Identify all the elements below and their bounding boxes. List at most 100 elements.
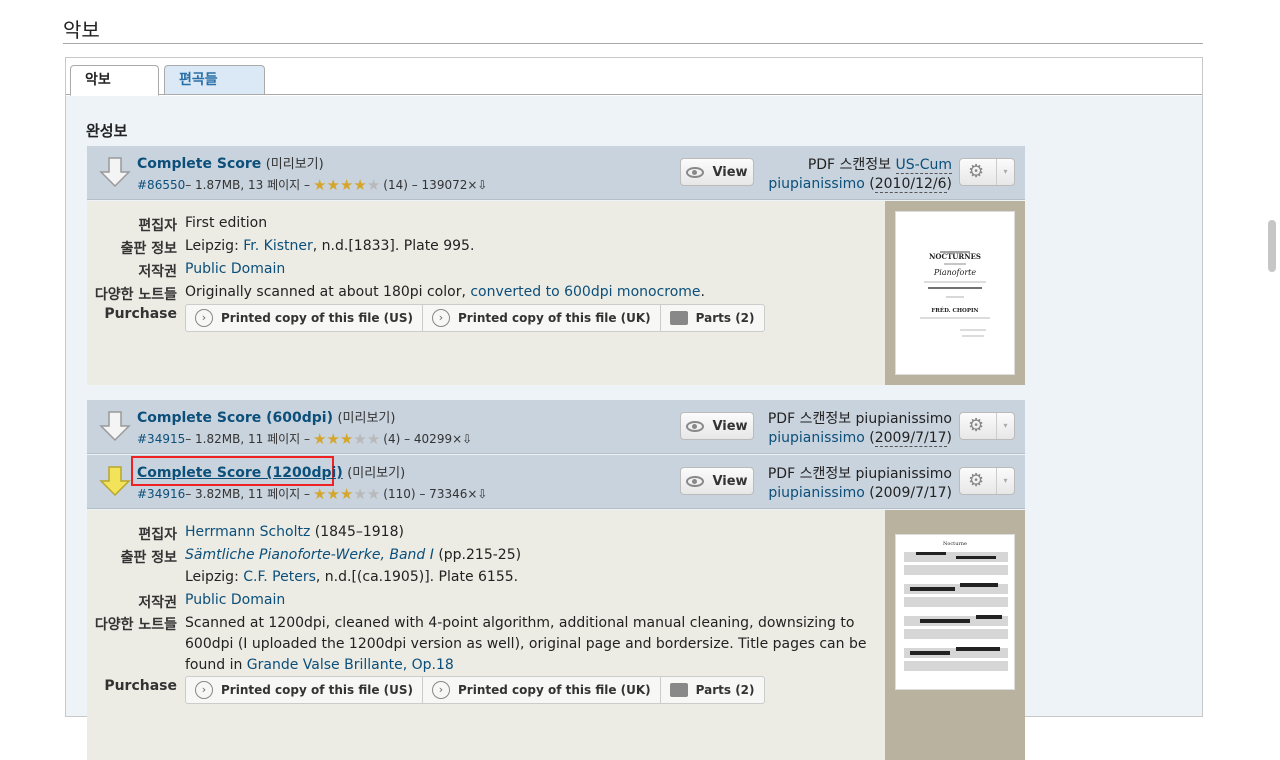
purchase-label: Purchase (104, 306, 177, 322)
star-icon[interactable]: ★ (326, 177, 339, 192)
notes-link[interactable]: converted to 600dpi monocrome (470, 284, 700, 300)
star-icon[interactable]: ★ (326, 431, 339, 446)
file-row: Complete Score (미리보기) #86550 – 1.87MB, 1… (87, 146, 1025, 200)
rating-stars[interactable]: ★ ★ ★ ★ ★ (313, 177, 380, 192)
editor-value: First edition (185, 215, 268, 231)
copyright-link[interactable]: Public Domain (185, 261, 285, 277)
series-link[interactable]: Sämtliche Pianoforte-Werke, Band I (185, 547, 434, 563)
file-title: Complete Score (600dpi) (미리보기) (137, 407, 395, 426)
star-icon[interactable]: ★ (353, 486, 366, 501)
folder-icon (669, 683, 688, 697)
scores-panel: 악보 (19) 편곡들 (46) 완성보 Complete Score (미리보… (65, 57, 1203, 760)
publisher-city: Leipzig: (185, 238, 244, 254)
rating-stars[interactable]: ★ ★ ★ ★ ★ (313, 486, 380, 501)
parts-button[interactable]: Parts (2) (661, 677, 764, 703)
gear-icon: ⚙ (968, 470, 985, 491)
purchase-buttons: › Printed copy of this file (US) › Printed… (185, 676, 765, 704)
preview-link[interactable]: (미리보기) (337, 411, 395, 426)
score-thumbnail[interactable]: Nocturne (895, 534, 1015, 690)
view-button[interactable]: View (680, 467, 754, 495)
view-button[interactable]: View (680, 412, 754, 440)
file-download-link[interactable]: Complete Score (600dpi) (137, 410, 333, 426)
settings-dropdown-button[interactable]: ⚙ ▾ (959, 467, 1015, 495)
purchase-us-label: Printed copy of this file (US) (221, 683, 413, 697)
view-label: View (712, 164, 748, 180)
eye-icon (686, 420, 705, 432)
scanner-name: piupianissimo (855, 466, 952, 482)
star-icon[interactable]: ★ (313, 431, 326, 446)
copyright-value: Public Domain (185, 592, 285, 608)
publisher-value: Sämtliche Pianoforte-Werke, Band I (pp.2… (185, 547, 521, 563)
chevron-down-icon: ▾ (996, 413, 1014, 439)
download-arrow-icon[interactable] (99, 410, 131, 442)
scan-info-label: PDF 스캔정보 (807, 157, 896, 173)
copyright-link[interactable]: Public Domain (185, 592, 285, 608)
purchase-uk-button[interactable]: › Printed copy of this file (UK) (423, 677, 661, 703)
publisher-link[interactable]: C.F. Peters (243, 569, 316, 585)
file-id-link[interactable]: #34915 (137, 432, 185, 446)
purchase-label: Purchase (104, 678, 177, 694)
download-arrow-icon[interactable] (99, 465, 131, 497)
view-button[interactable]: View (680, 158, 754, 186)
purchase-uk-button[interactable]: › Printed copy of this file (UK) (423, 305, 661, 331)
star-icon[interactable]: ★ (313, 177, 326, 192)
eye-icon (686, 475, 705, 487)
star-icon[interactable]: ★ (340, 177, 353, 192)
uploader-link[interactable]: piupianissimo (768, 430, 864, 446)
score-page-image: Nocturne (904, 541, 1008, 671)
file-meta: #34916 – 3.82MB, 11 페이지 – ★ ★ ★ ★ ★ (110) – … (137, 485, 487, 502)
preview-link[interactable]: (미리보기) (347, 466, 405, 481)
file-title: Complete Score (미리보기) (137, 153, 324, 172)
scrollbar-thumb[interactable] (1268, 220, 1276, 272)
file-meta: #86550 – 1.87MB, 13 페이지 – ★ ★ ★ ★ ★ (14) – 1… (137, 176, 487, 193)
rating-stars[interactable]: ★ ★ ★ ★ ★ (313, 431, 380, 446)
settings-dropdown-button[interactable]: ⚙ ▾ (959, 158, 1015, 186)
purchase-uk-label: Printed copy of this file (UK) (458, 683, 651, 697)
star-icon[interactable]: ★ (353, 177, 366, 192)
download-arrow-icon[interactable] (99, 156, 131, 188)
scanner-link[interactable]: US-Cum (895, 157, 952, 174)
uploader-link[interactable]: piupianissimo (768, 176, 864, 192)
file-download-link[interactable]: Complete Score (1200dpi) (137, 465, 343, 481)
uploader-info: piupianissimo (2009/7/17) (768, 430, 952, 447)
upload-date: 2009/7/17 (874, 485, 947, 501)
score-thumbnail[interactable]: NOCTURNES Pianoforte FRÉD. CHOPIN (895, 211, 1015, 375)
eye-icon (686, 166, 705, 178)
scan-info: PDF 스캔정보 piupianissimo (768, 408, 952, 428)
star-icon[interactable]: ★ (367, 486, 380, 501)
star-icon[interactable]: ★ (313, 486, 326, 501)
star-icon[interactable]: ★ (367, 431, 380, 446)
thumb-title: NOCTURNES (929, 252, 981, 261)
star-icon[interactable]: ★ (367, 177, 380, 192)
notes-link[interactable]: Grande Valse Brillante, Op.18 (247, 657, 454, 673)
purchase-us-button[interactable]: › Printed copy of this file (US) (186, 305, 423, 331)
tab-scores[interactable]: 악보 (19) (70, 65, 159, 117)
section-title: 악보 (63, 18, 100, 42)
section-divider (63, 43, 1203, 44)
star-icon[interactable]: ★ (340, 431, 353, 446)
scan-info: PDF 스캔정보 US-Cum (808, 154, 952, 174)
parts-button[interactable]: Parts (2) (661, 305, 764, 331)
star-icon[interactable]: ★ (326, 486, 339, 501)
title-page-image: NOCTURNES Pianoforte FRÉD. CHOPIN (920, 251, 990, 337)
chevron-down-icon: ▾ (996, 159, 1014, 185)
settings-dropdown-button[interactable]: ⚙ ▾ (959, 412, 1015, 440)
uploader-link[interactable]: piupianissimo (768, 485, 864, 501)
editor-link[interactable]: Herrmann Scholtz (185, 524, 310, 540)
file-download-link[interactable]: Complete Score (137, 156, 261, 172)
file-id-link[interactable]: #34916 (137, 487, 185, 501)
star-icon[interactable]: ★ (353, 431, 366, 446)
publisher-link[interactable]: Fr. Kistner (243, 238, 313, 254)
tab-arrangements[interactable]: 편곡들 (46) (164, 65, 265, 117)
notes-text: Originally scanned at about 180pi color, (185, 284, 471, 300)
preview-link[interactable]: (미리보기) (266, 157, 324, 172)
uploader-info: piupianissimo (2009/7/17) (768, 485, 952, 501)
file-id-link[interactable]: #86550 (137, 178, 185, 192)
star-icon[interactable]: ★ (340, 486, 353, 501)
file-size-pages: – 1.87MB, 13 페이지 – (185, 178, 311, 192)
copyright-label: 저작권 (138, 595, 177, 611)
notes-value: Originally scanned at about 180pi color,… (185, 284, 705, 300)
scanner-name: piupianissimo (855, 411, 952, 427)
purchase-us-button[interactable]: › Printed copy of this file (US) (186, 677, 423, 703)
chevron-right-icon: › (195, 681, 213, 699)
